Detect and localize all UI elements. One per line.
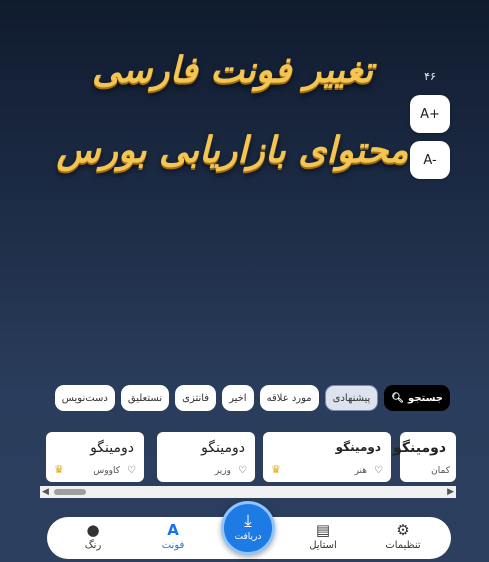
nav-font-label: فونت [161, 540, 185, 551]
font-card-subtitle: وزیر [214, 466, 231, 476]
font-card-subtitle: هنر [354, 466, 367, 476]
font-icon: A [167, 521, 179, 539]
heart-icon[interactable]: ♡ [238, 465, 247, 476]
font-card[interactable]: دومینگو ♡ وزیر [157, 432, 255, 482]
nav-color[interactable]: ● رنگ [61, 522, 125, 551]
font-card-name: دومینگو [201, 440, 245, 456]
download-button-label: دریافت [234, 532, 262, 542]
nav-style[interactable]: ▤ استایل [291, 522, 355, 551]
decrease-font-size-button[interactable]: A- [410, 141, 450, 179]
palette-icon: ● [86, 521, 100, 539]
scrollbar-thumb[interactable] [54, 489, 86, 495]
nav-style-label: استایل [309, 540, 337, 551]
font-card[interactable]: دومینگو کمان [393, 432, 456, 482]
font-card-subtitle: کمان [431, 466, 450, 476]
nav-settings[interactable]: ⚙ تنظیمات [371, 522, 435, 551]
gear-icon: ⚙ [396, 521, 410, 539]
search-chip[interactable]: جستجو 🔍︎ [384, 385, 450, 411]
category-chips: جستجو 🔍︎ پیشنهادی مورد علاقه اخیر فانتزی… [40, 385, 450, 411]
download-button[interactable]: ⤓ دریافت [221, 501, 275, 555]
nav-font[interactable]: A فونت [141, 522, 205, 551]
font-card[interactable]: دومینگو ♡ کاووس ♛ [46, 432, 144, 482]
search-icon: 🔍︎ [391, 392, 405, 404]
font-card-name: دومینگو [90, 440, 134, 456]
chip-fantasy[interactable]: فانتزی [175, 385, 217, 411]
horizontal-scrollbar[interactable]: ◀ ▶ [40, 486, 456, 498]
app-canvas: تغییر فونت فارسی محتوای بازاریابی بورس ۴… [0, 0, 489, 562]
style-icon: ▤ [315, 521, 331, 539]
font-card-subtitle: کاووس [93, 466, 120, 476]
chip-favorites[interactable]: مورد علاقه [259, 385, 319, 411]
download-icon: ⤓ [244, 511, 252, 531]
font-card-name: دومینگو [393, 440, 446, 456]
chip-handwritten[interactable]: دست‌نویس [54, 385, 115, 411]
font-card-list: دومینگو کمان دومینگو ♡ هنر ♛ دومینگو ♡ و… [40, 432, 456, 484]
font-size-value: ۴۶ [424, 70, 436, 83]
increase-font-size-button[interactable]: A+ [410, 95, 450, 133]
heart-icon[interactable]: ♡ [127, 465, 136, 476]
font-preview-text: تغییر فونت فارسی محتوای بازاریابی بورس [56, 49, 409, 171]
chip-suggested[interactable]: پیشنهادی [324, 385, 379, 411]
nav-settings-label: تنظیمات [385, 540, 421, 551]
heart-icon[interactable]: ♡ [374, 465, 383, 476]
premium-crown-icon: ♛ [54, 463, 64, 476]
chip-recent[interactable]: اخیر [222, 385, 254, 411]
scroll-left-icon[interactable]: ◀ [42, 487, 49, 497]
font-card-name: دومینگو [335, 440, 381, 454]
nav-color-label: رنگ [84, 540, 102, 551]
font-card[interactable]: دومینگو ♡ هنر ♛ [263, 432, 391, 482]
scroll-right-icon[interactable]: ▶ [447, 487, 454, 497]
search-chip-label: جستجو [408, 392, 443, 404]
premium-crown-icon: ♛ [271, 463, 281, 476]
chip-nastaliq[interactable]: نستعلیق [120, 385, 170, 411]
